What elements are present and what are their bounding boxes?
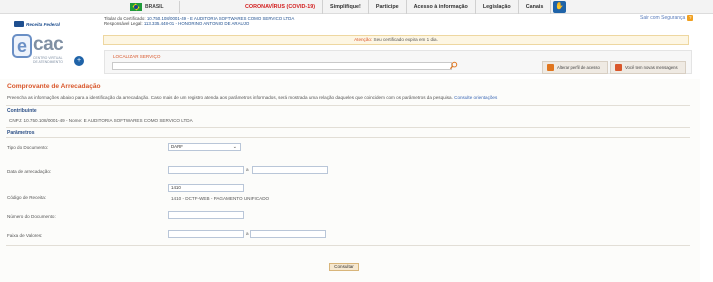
search-input[interactable] bbox=[112, 62, 452, 70]
certificate-alert: Atenção: Seu certificado expira em 1 dia… bbox=[103, 35, 689, 45]
messages-button[interactable]: Você tem novas mensagens bbox=[610, 61, 686, 74]
codigo-receita-label: Código de Receita: bbox=[7, 195, 47, 200]
sair-com-seguranca-link[interactable]: Sair com Segurança ? bbox=[640, 15, 694, 21]
contribuinte-line: CNPJ: 10.750.108/0001-49 - Nome: E AUDIT… bbox=[9, 118, 193, 123]
gov-links: CORONAVÍRUS (COVID-19) Simplifique! Part… bbox=[238, 0, 552, 14]
search-icon[interactable] bbox=[449, 61, 458, 70]
tipo-documento-select[interactable]: DARF ⌄ bbox=[168, 143, 241, 151]
service-search-panel: LOCALIZAR SERVIÇO Alterar perfil de aces… bbox=[104, 50, 692, 74]
parametros-heading: Parâmetros bbox=[7, 130, 35, 136]
ecac-logo[interactable]: e cac CENTRO VIRTUAL DE ATENDIMENTO + bbox=[12, 34, 88, 72]
legal-representative: 113.335.448-01 - HONORINO ANTONIO DE ARA… bbox=[143, 21, 250, 26]
certificate-info: Titular do Certificado: 10.750.108/0001-… bbox=[104, 16, 295, 26]
search-label: LOCALIZAR SERVIÇO bbox=[113, 54, 161, 59]
brazil-flag-icon bbox=[130, 3, 142, 11]
gov-top-bar: BRASIL CORONAVÍRUS (COVID-19) Simplifiqu… bbox=[0, 0, 713, 14]
consultar-button[interactable]: Consultar bbox=[329, 263, 359, 271]
accessibility-hand-icon[interactable]: ✋ bbox=[553, 1, 566, 13]
link-covid[interactable]: CORONAVÍRUS (COVID-19) bbox=[238, 0, 323, 14]
numero-documento-input[interactable] bbox=[168, 211, 244, 219]
divider bbox=[6, 245, 690, 246]
divider bbox=[6, 137, 690, 138]
link-canais[interactable]: Canais bbox=[519, 0, 552, 14]
codigo-receita-description: 1410 - DCTF-WEB - PAGAMENTO UNIFICADO bbox=[171, 196, 270, 201]
intro-text: Preencha as informações abaixo para a id… bbox=[7, 95, 498, 100]
brasil-label: BRASIL bbox=[145, 4, 164, 10]
exit-icon: ? bbox=[687, 15, 694, 21]
link-simplifique[interactable]: Simplifique! bbox=[323, 0, 369, 14]
receita-federal-mark-icon bbox=[14, 21, 24, 27]
contribuinte-heading: Contribuinte bbox=[7, 108, 37, 114]
data-arrecadacao-label: Data de arrecadação: bbox=[7, 169, 52, 174]
faixa-valor-inicial-input[interactable] bbox=[168, 230, 244, 238]
alter-profile-button[interactable]: Alterar perfil de acesso bbox=[542, 61, 608, 74]
ecac-plus-icon[interactable]: + bbox=[74, 56, 84, 66]
main-content: Comprovante de Arrecadação Preencha as i… bbox=[0, 79, 700, 282]
faixa-valor-final-input[interactable] bbox=[250, 230, 326, 238]
codigo-receita-input[interactable]: 1410 bbox=[168, 184, 244, 192]
data-fim-input[interactable] bbox=[252, 166, 328, 174]
numero-documento-label: Número do Documento: bbox=[7, 214, 56, 219]
faixa-valores-label: Faixa de Valores: bbox=[7, 233, 43, 238]
link-acesso-informacao[interactable]: Acesso à informação bbox=[407, 0, 476, 14]
divider bbox=[6, 105, 690, 106]
link-legislacao[interactable]: Legislação bbox=[476, 0, 519, 14]
chevron-down-icon: ⌄ bbox=[232, 144, 237, 150]
envelope-icon bbox=[615, 64, 622, 71]
receita-federal-logo: Receita Federal bbox=[14, 21, 60, 27]
data-inicio-input[interactable] bbox=[168, 166, 244, 174]
orientacoes-link[interactable]: Consulte orientações bbox=[454, 95, 497, 100]
users-icon bbox=[547, 64, 554, 71]
link-participe[interactable]: Participe bbox=[369, 0, 407, 14]
tipo-documento-label: Tipo do Documento: bbox=[7, 145, 49, 150]
divider bbox=[6, 127, 690, 128]
brasil-link[interactable]: BRASIL bbox=[118, 1, 180, 13]
page-title: Comprovante de Arrecadação bbox=[7, 83, 101, 90]
